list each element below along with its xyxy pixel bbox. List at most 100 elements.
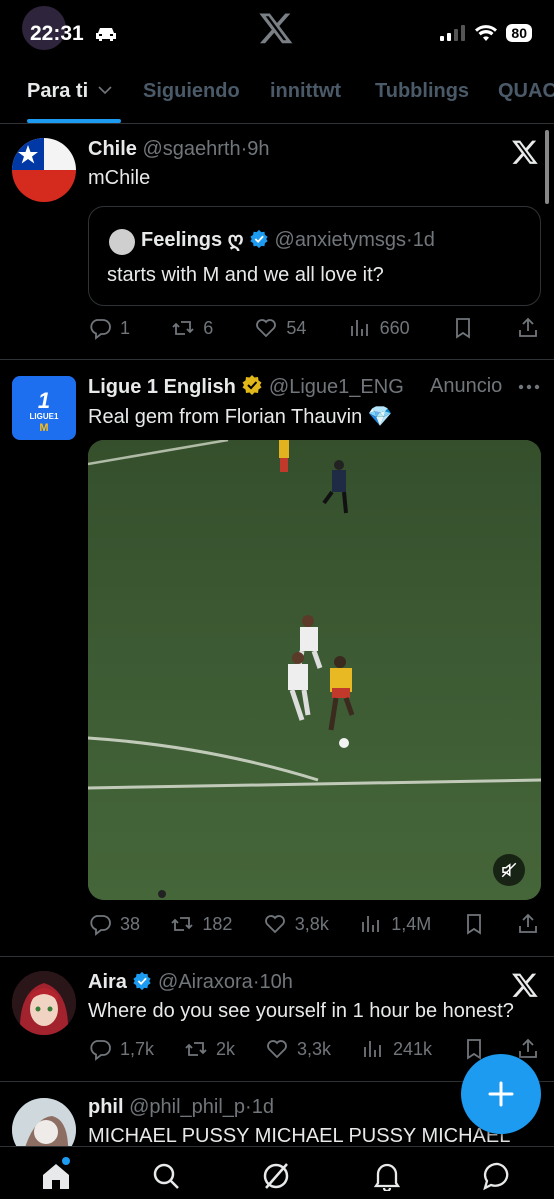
compose-button[interactable] bbox=[461, 1054, 541, 1134]
heart-icon bbox=[267, 1040, 287, 1059]
repost-button[interactable]: 182 bbox=[170, 912, 232, 936]
avatar[interactable] bbox=[12, 1098, 76, 1146]
views-button[interactable]: 660 bbox=[348, 316, 410, 340]
tab-tubblings[interactable]: Tubblings bbox=[375, 80, 469, 103]
reply-button[interactable]: 1 bbox=[88, 316, 130, 340]
views-button[interactable]: 241k bbox=[361, 1037, 432, 1061]
tab-quac[interactable]: QUAC bbox=[498, 80, 554, 103]
messages-icon[interactable] bbox=[482, 1161, 514, 1191]
search-icon[interactable] bbox=[151, 1161, 181, 1191]
view-count: 241k bbox=[392, 1038, 433, 1059]
author-name[interactable]: Aira bbox=[88, 971, 127, 993]
post-text: Real gem from Florian Thauvin 💎 bbox=[88, 406, 393, 428]
verified-badge-icon bbox=[250, 229, 268, 249]
like-button[interactable]: 3,3k bbox=[265, 1037, 331, 1061]
chile-flag-icon bbox=[12, 138, 76, 202]
share-button[interactable] bbox=[516, 912, 540, 936]
tab-innittwt[interactable]: innittwt bbox=[270, 80, 341, 103]
timeline-tabs: Para ti Siguiendo innittwt Tubblings QUA… bbox=[0, 66, 554, 124]
repost-button[interactable]: 2k bbox=[184, 1037, 235, 1061]
post-time: 1d bbox=[251, 1096, 274, 1118]
views-icon bbox=[362, 916, 380, 932]
quoted-post[interactable]: Feelings ღ @anxietymsgs·1d starts with M… bbox=[88, 206, 541, 306]
share-button[interactable] bbox=[516, 1037, 540, 1061]
share-icon bbox=[519, 317, 537, 337]
bell-icon[interactable] bbox=[372, 1161, 402, 1191]
author-name[interactable]: Chile bbox=[88, 138, 137, 160]
verified-gold-badge-icon bbox=[242, 375, 262, 395]
views-button[interactable]: 1,4M bbox=[359, 912, 431, 936]
reply-icon bbox=[90, 319, 111, 340]
avatar[interactable] bbox=[12, 138, 76, 202]
muted-speaker-icon bbox=[501, 862, 517, 878]
post-text: mChile bbox=[88, 167, 151, 189]
mute-button[interactable] bbox=[493, 854, 525, 886]
author-name[interactable]: Ligue 1 English bbox=[88, 376, 236, 398]
post-header: Chile @sgaehrth·9h bbox=[88, 138, 270, 161]
author-handle[interactable]: @phil_phil_p bbox=[129, 1096, 245, 1118]
post-text: Where do you see yourself in 1 hour be h… bbox=[88, 1000, 514, 1022]
plus-icon bbox=[488, 1081, 514, 1107]
bookmark-button[interactable] bbox=[462, 912, 486, 936]
view-count: 660 bbox=[379, 317, 410, 338]
bookmark-button[interactable] bbox=[451, 316, 475, 340]
home-notification-dot bbox=[62, 1157, 70, 1165]
repost-count: 6 bbox=[203, 317, 214, 338]
avatar-label: LIGUE1 bbox=[29, 412, 59, 421]
avatar[interactable] bbox=[12, 971, 76, 1035]
post-time: 9h bbox=[247, 138, 270, 160]
share-button[interactable] bbox=[516, 316, 540, 340]
home-icon[interactable] bbox=[40, 1161, 72, 1191]
reply-button[interactable]: 38 bbox=[88, 912, 140, 936]
repost-count: 182 bbox=[202, 913, 233, 934]
post-ligue1-ad[interactable]: 1 LIGUE1 M Ligue 1 English @Ligue1_ENG A… bbox=[0, 360, 554, 957]
anime-avatar-image bbox=[12, 971, 76, 1035]
bookmark-icon bbox=[466, 914, 481, 935]
post-header: phil @phil_phil_p·1d bbox=[88, 1096, 274, 1119]
bottom-navigation bbox=[0, 1146, 554, 1199]
views-icon bbox=[350, 320, 368, 336]
post-actions: 1 6 54 660 bbox=[88, 313, 540, 343]
like-button[interactable]: 54 bbox=[254, 316, 306, 340]
quote-time: 1d bbox=[412, 229, 435, 251]
heart-icon bbox=[264, 915, 285, 934]
like-count: 3,8k bbox=[294, 913, 329, 934]
tab-label: Para ti bbox=[27, 80, 89, 102]
dot-separator: · bbox=[406, 229, 413, 251]
x-logo-icon[interactable] bbox=[258, 10, 294, 46]
more-options-icon[interactable] bbox=[518, 384, 540, 390]
like-button[interactable]: 3,8k bbox=[263, 912, 329, 936]
post-actions: 1,7k 2k 3,3k 241k bbox=[88, 1034, 540, 1064]
dot-separator: · bbox=[245, 1096, 252, 1118]
avatar[interactable]: 1 LIGUE1 M bbox=[12, 376, 76, 440]
author-handle[interactable]: @Ligue1_ENG bbox=[269, 376, 404, 398]
x-logo-icon[interactable] bbox=[510, 138, 540, 166]
post-chile[interactable]: Chile @sgaehrth·9h mChile Feelings ღ @an… bbox=[0, 124, 554, 360]
repost-button[interactable]: 6 bbox=[171, 316, 213, 340]
tab-siguiendo[interactable]: Siguiendo bbox=[143, 80, 240, 103]
video-player[interactable] bbox=[88, 440, 541, 900]
post-aira[interactable]: Aira @Airaxora·10h Where do you see your… bbox=[0, 957, 554, 1082]
quote-header: Feelings ღ @anxietymsgs·1d bbox=[141, 227, 435, 252]
quote-text: starts with M and we all love it? bbox=[107, 264, 384, 286]
status-time: 22:31 bbox=[30, 22, 84, 45]
cartoon-avatar-image bbox=[12, 1098, 76, 1146]
x-logo-icon[interactable] bbox=[510, 971, 540, 999]
repost-count: 2k bbox=[216, 1038, 236, 1059]
grok-icon[interactable] bbox=[260, 1161, 292, 1191]
quote-author-name: Feelings ღ bbox=[141, 229, 244, 251]
chevron-down-icon bbox=[98, 86, 112, 95]
status-bar: 22:31 80 bbox=[0, 0, 554, 66]
author-handle[interactable]: @Airaxora bbox=[158, 971, 253, 993]
repost-icon bbox=[171, 917, 194, 931]
post-text: MICHAEL PUSSY MICHAEL PUSSY MICHAEL bbox=[88, 1125, 511, 1146]
reply-count: 1,7k bbox=[120, 1038, 155, 1059]
heart-icon bbox=[256, 319, 277, 338]
author-handle[interactable]: @sgaehrth bbox=[142, 138, 240, 160]
tab-para-ti[interactable]: Para ti bbox=[27, 80, 112, 103]
post-actions: 38 182 3,8k 1,4M bbox=[88, 909, 540, 939]
views-icon bbox=[364, 1041, 381, 1057]
author-name[interactable]: phil bbox=[88, 1096, 124, 1118]
reply-icon bbox=[90, 915, 111, 936]
reply-button[interactable]: 1,7k bbox=[88, 1037, 154, 1061]
